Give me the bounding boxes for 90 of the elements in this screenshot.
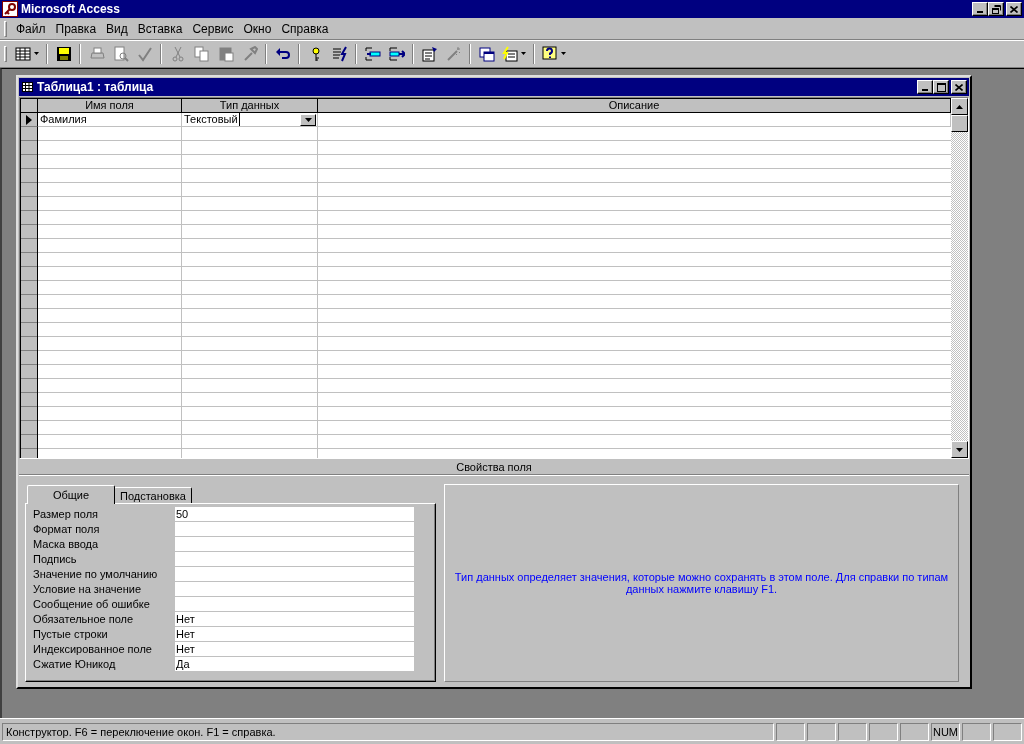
status-panel [869,722,898,741]
close-button[interactable] [1006,2,1022,16]
table-cell[interactable] [318,113,951,127]
property-label: Формат поля [33,522,101,537]
menu-item[interactable]: Файл [11,20,51,37]
property-field[interactable]: Нет [175,627,414,641]
dropdown-arrow-icon [304,117,312,122]
maximize-button[interactable] [933,80,949,94]
column-header[interactable]: Имя поля [38,99,182,113]
property-label: Индексированное поле [33,642,153,657]
status-text: Конструктор. F6 = переключение окон. F1 = справка. [2,722,774,741]
property-label: Обязательное поле [33,612,135,627]
tab[interactable]: Подстановка [114,487,192,503]
table-icon [22,82,33,92]
caret-icon [34,52,39,55]
properties-icon [421,45,438,62]
minimize-button[interactable] [917,80,933,94]
close-button[interactable] [951,80,967,94]
down-arrow-icon [956,447,963,452]
table-cell[interactable]: Текстовый [184,113,240,126]
property-field[interactable] [175,552,414,566]
column-header[interactable]: Описание [318,99,951,113]
scroll-down-button[interactable] [951,441,968,458]
tab[interactable]: Общие [27,485,115,504]
column-header[interactable]: Тип данных [182,99,318,113]
maximize-icon [936,82,946,92]
caret-icon [561,52,566,55]
menu-item[interactable]: Сервис [187,20,239,37]
clipboard-icon [217,45,234,62]
help-icon [542,45,558,62]
menu-item[interactable]: Правка [50,20,102,37]
status-panel [838,722,867,741]
printer-icon [88,45,105,62]
status-panel [962,722,991,741]
windows-icon [478,45,495,62]
window-title: Microsoft Access [21,2,121,16]
current-row-icon [26,114,32,125]
property-field[interactable]: Нет [175,642,414,656]
property-label: Маска ввода [33,537,100,552]
property-field[interactable] [175,522,414,536]
help-text: Тип данных определяет значения, которые можно сохранять в этом поле. Для справки по типам данных нажмите клавишу F1. [453,571,950,595]
key-app-icon [2,1,18,17]
restore-button[interactable] [988,2,1004,16]
property-label: Пустые строки [33,627,109,642]
property-field[interactable]: Нет [175,612,414,626]
up-arrow-icon [956,104,963,109]
lightning-list-icon [331,45,348,62]
status-panel [776,722,805,741]
scissors-icon [169,45,186,62]
property-field[interactable] [175,537,414,551]
dropdown-button[interactable] [300,113,316,126]
status-panel [993,722,1022,741]
scroll-thumb[interactable] [951,115,968,132]
row-selector[interactable] [21,113,38,127]
property-field[interactable] [175,582,414,596]
copy-icon [193,45,210,62]
table-icon [15,45,31,62]
checkmark-icon [136,45,153,62]
caret-icon [521,52,526,55]
close-icon [1010,5,1018,13]
property-field[interactable] [175,567,414,581]
vertical-scrollbar[interactable] [951,98,968,458]
delete-rows-icon [388,45,405,62]
section-title: Свойства поля [19,459,969,475]
property-label: Сообщение об ошибке [33,597,151,612]
menu-item[interactable]: Вставка [132,20,188,37]
table-cell[interactable]: Фамилия [38,113,182,127]
property-label: Подпись [33,552,78,567]
property-label: Размер поля [33,507,100,522]
menu-item[interactable]: Вид [101,20,133,37]
magnifier-page-icon [112,45,129,62]
insert-rows-icon [364,45,381,62]
status-indicator: NUM [931,722,960,741]
menu-item[interactable]: Окно [238,20,277,37]
wand-icon [445,45,462,62]
status-panel [900,722,929,741]
restore-icon [991,4,1001,14]
property-field[interactable]: Да [175,657,414,671]
property-label: Условие на значение [33,582,142,597]
menu-item[interactable]: Справка [276,20,334,37]
new-object-icon [502,45,518,62]
property-field[interactable]: 50 [175,507,414,521]
property-label: Значение по умолчанию [33,567,159,582]
scroll-up-button[interactable] [951,98,968,115]
document-title: Таблица1 : таблица [37,80,155,94]
status-panel [807,722,836,741]
property-label: Сжатие Юникод [33,657,117,672]
close-icon [955,83,963,91]
property-field[interactable] [175,597,414,611]
minimize-button[interactable] [972,2,988,16]
